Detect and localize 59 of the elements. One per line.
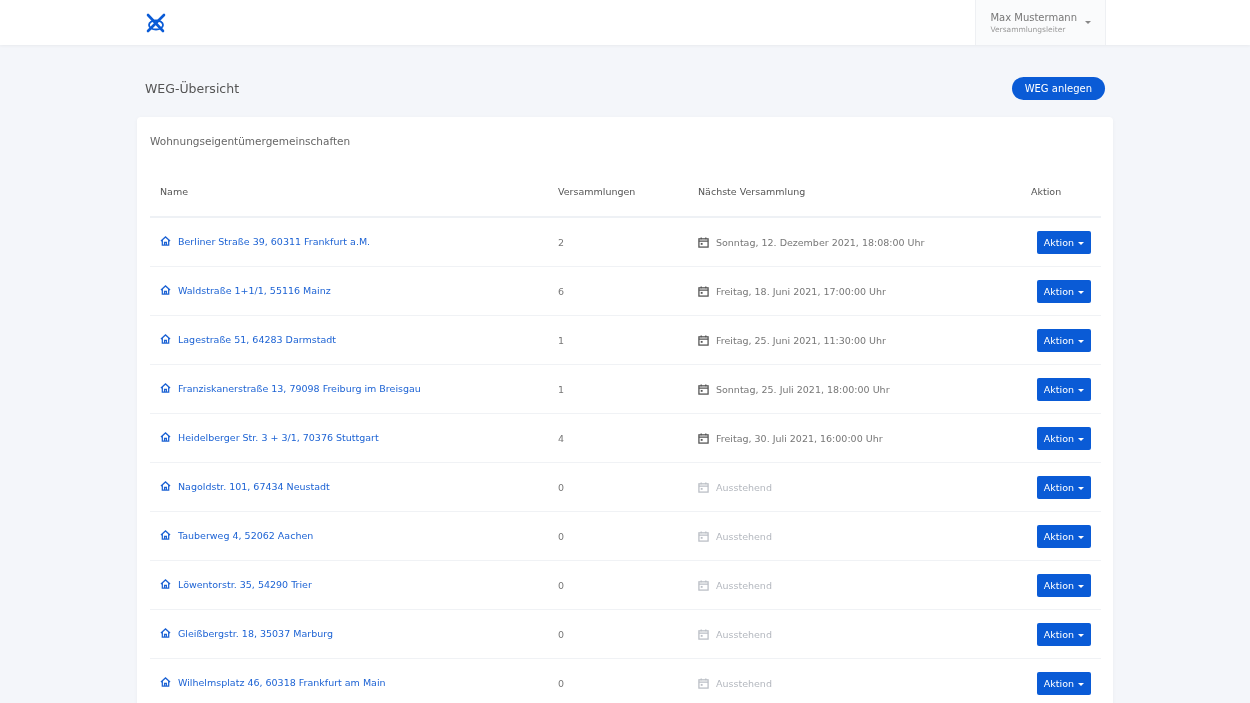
property-link[interactable]: Waldstraße 1+1/1, 55116 Mainz [160, 284, 331, 296]
action-button[interactable]: Aktion [1036, 279, 1091, 303]
create-button[interactable]: WEG anlegen [1011, 77, 1105, 100]
action-button[interactable]: Aktion [1036, 377, 1091, 401]
table-cell: 0 [558, 481, 565, 493]
home-icon [160, 432, 171, 443]
page-title: WEG-Übersicht [145, 81, 240, 96]
table-cell: 1 [558, 334, 565, 346]
caret-icon [1085, 21, 1091, 24]
property-link[interactable]: Nagoldstr. 101, 67434 Neustadt [160, 480, 330, 492]
home-icon [160, 383, 171, 394]
home-icon [160, 481, 171, 492]
meeting-date: Ausstehend [716, 579, 772, 591]
logo-icon[interactable] [145, 12, 167, 33]
action-button[interactable]: Aktion [1036, 573, 1091, 597]
column-header: Versammlungen [558, 186, 636, 197]
meeting-date: Ausstehend [716, 481, 772, 493]
home-icon [160, 579, 171, 590]
card-title: Wohnungseigentümergemeinschaften [150, 135, 352, 147]
home-icon [160, 285, 171, 296]
property-link[interactable]: Berliner Straße 39, 60311 Frankfurt a.M. [160, 235, 371, 247]
property-link[interactable]: Tauberweg 4, 52062 Aachen [160, 529, 314, 541]
meeting-date: Ausstehend [716, 530, 772, 542]
property-link[interactable]: Heidelberger Str. 3 + 3/1, 70376 Stuttgart [160, 431, 379, 443]
home-icon [160, 236, 171, 247]
action-button[interactable]: Aktion [1036, 671, 1091, 695]
table-cell: 4 [558, 432, 565, 444]
meeting-date: Freitag, 25. Juni 2021, 11:30:00 Uhr [716, 334, 886, 346]
meeting-date: Ausstehend [716, 628, 772, 640]
action-button[interactable]: Aktion [1036, 230, 1091, 254]
action-button[interactable]: Aktion [1036, 622, 1091, 646]
home-icon [160, 677, 171, 688]
table-cell: 0 [558, 677, 565, 689]
property-link[interactable]: Lagestraße 51, 64283 Darmstadt [160, 333, 336, 345]
home-icon [160, 530, 171, 541]
meeting-date: Sonntag, 25. Juli 2021, 18:00:00 Uhr [716, 383, 890, 395]
column-header: Name [160, 186, 189, 197]
meeting-date: Sonntag, 12. Dezember 2021, 18:08:00 Uhr [716, 236, 925, 248]
action-button[interactable]: Aktion [1036, 426, 1091, 450]
meeting-date: Freitag, 30. Juli 2021, 16:00:00 Uhr [716, 432, 883, 444]
meeting-date: Freitag, 18. Juni 2021, 17:00:00 Uhr [716, 285, 886, 297]
action-button[interactable]: Aktion [1036, 475, 1091, 499]
property-link[interactable]: Gleißbergstr. 18, 35037 Marburg [160, 627, 333, 639]
table-cell: 1 [558, 383, 565, 395]
table-cell: 0 [558, 579, 565, 591]
column-header: Aktion [1031, 186, 1062, 197]
property-link[interactable]: Löwentorstr. 35, 54290 Trier [160, 578, 312, 590]
column-header: Nächste Versammlung [698, 186, 806, 197]
meeting-date: Ausstehend [716, 677, 772, 689]
property-link[interactable]: Wilhelmsplatz 46, 60318 Frankfurt am Main [160, 676, 386, 688]
table-cell: 6 [558, 285, 565, 297]
home-icon [160, 334, 171, 345]
property-link[interactable]: Franziskanerstraße 13, 79098 Freiburg im Breisgau [160, 382, 421, 394]
table-cell: 2 [558, 236, 565, 248]
action-button[interactable]: Aktion [1036, 524, 1091, 548]
action-button[interactable]: Aktion [1036, 328, 1091, 352]
home-icon [160, 628, 171, 639]
table-cell: 0 [558, 530, 565, 542]
table-cell: 0 [558, 628, 565, 640]
